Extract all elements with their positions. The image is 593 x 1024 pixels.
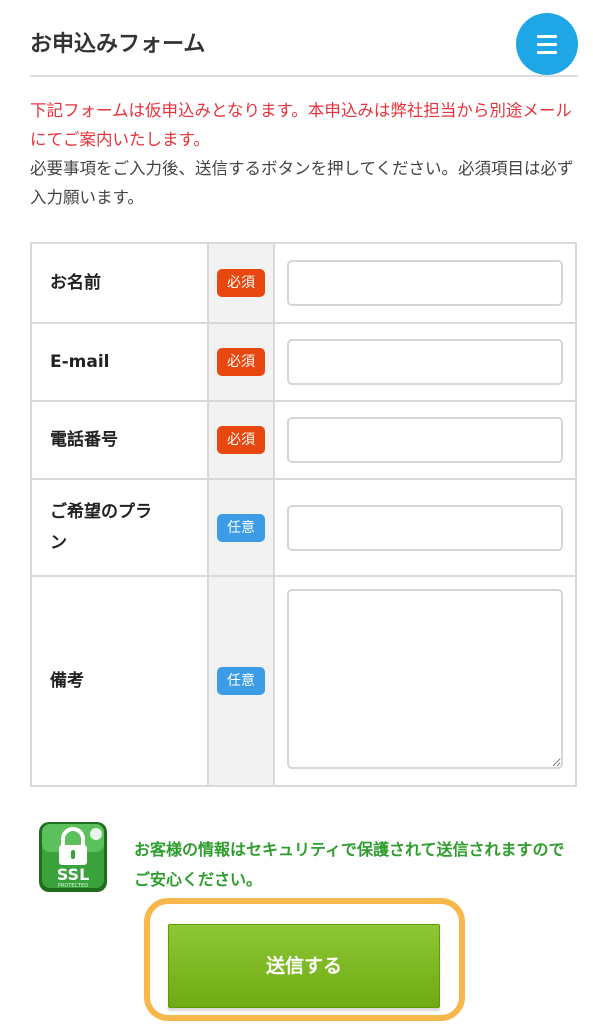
label-notes: 備考 [30, 575, 209, 787]
plan-input[interactable] [287, 504, 563, 551]
required-badge: 必須 [217, 269, 265, 297]
ssl-icon-sublabel: PROTECTED [58, 883, 88, 889]
label-email: E-mail [30, 322, 209, 402]
submit-button[interactable]: 送信する [168, 924, 440, 1008]
form-row-plan: ご希望のプラン 任意 [30, 478, 577, 577]
ssl-icon-label: SSL [57, 865, 90, 884]
application-form: お名前 必須 E-mail 必須 電話番号 必須 ご希望のプラン 任意 備考 任… [30, 242, 577, 787]
ssl-lock-icon: SSL PROTECTED [39, 822, 107, 892]
email-input[interactable] [287, 339, 563, 385]
page-header: お申込みフォーム [30, 0, 578, 77]
label-phone: 電話番号 [30, 400, 209, 480]
name-input[interactable] [287, 260, 563, 306]
required-badge: 必須 [217, 348, 265, 376]
optional-badge: 任意 [217, 513, 265, 542]
page-title: お申込みフォーム [30, 32, 206, 57]
form-row-phone: 電話番号 必須 [30, 400, 577, 480]
notes-textarea[interactable] [287, 589, 563, 769]
label-plan: ご希望のプラン [30, 478, 209, 577]
notice-body-text: 必要事項をご入力後、送信するボタンを押してください。必須項目は必ず入力願います。 [30, 159, 574, 207]
phone-input[interactable] [287, 417, 563, 463]
security-message: お客様の情報はセキュリティで保護されて送信されますのでご安心ください。 [134, 840, 565, 889]
form-row-email: E-mail 必須 [30, 322, 577, 402]
form-notice: 下記フォームは仮申込みとなります。本申込みは弊社担当から別途メールにてご案内いた… [30, 96, 578, 212]
notice-red-text: 下記フォームは仮申込みとなります。本申込みは弊社担当から別途メールにてご案内いた… [30, 101, 572, 149]
required-badge: 必須 [217, 426, 265, 454]
form-row-name: お名前 必須 [30, 242, 577, 324]
menu-button[interactable] [516, 13, 578, 75]
form-row-notes: 備考 任意 [30, 575, 577, 787]
label-name: お名前 [30, 242, 209, 324]
optional-badge: 任意 [217, 667, 265, 695]
